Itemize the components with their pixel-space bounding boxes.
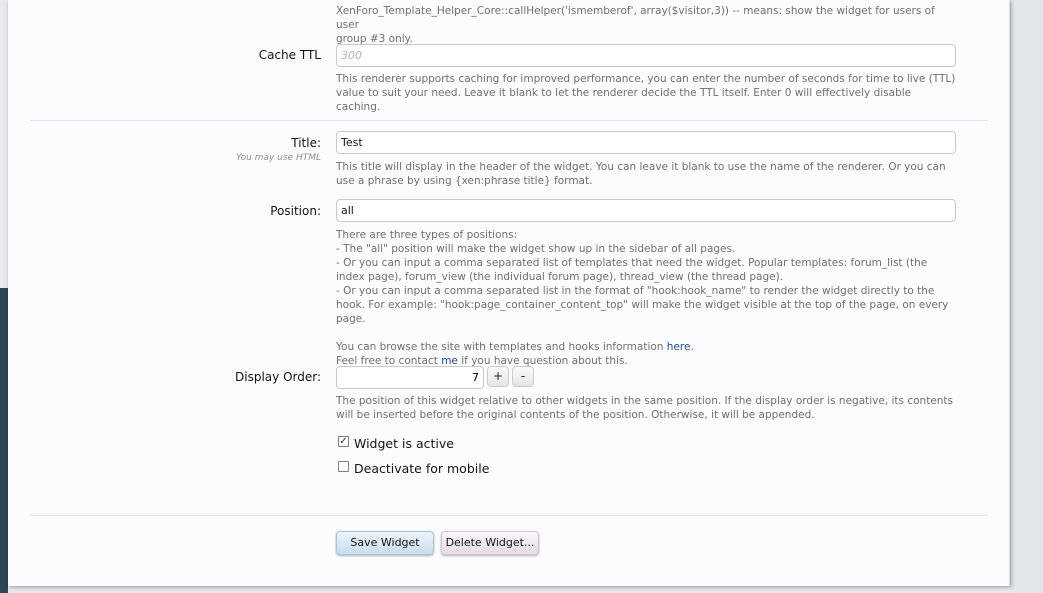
deactivate-mobile-checkbox[interactable]	[338, 461, 349, 472]
display-order-input[interactable]	[336, 366, 484, 389]
decrement-button[interactable]: -	[512, 366, 534, 387]
widget-active-label[interactable]: Widget is active	[354, 436, 454, 451]
widget-active-checkbox[interactable]: ✓	[338, 436, 349, 447]
deactivate-mobile-label[interactable]: Deactivate for mobile	[354, 461, 489, 476]
submit-divider	[30, 515, 988, 516]
increment-button[interactable]: +	[487, 366, 509, 387]
title-description: This title will display in the header of…	[336, 161, 946, 187]
title-html-hint: You may use HTML	[236, 153, 321, 163]
section-divider	[30, 120, 988, 121]
cache-ttl-input[interactable]	[336, 44, 956, 67]
title-input[interactable]	[336, 131, 956, 154]
position-input[interactable]	[336, 199, 956, 222]
background-left-dark	[0, 288, 8, 593]
display-order-description: The position of this widget relative to …	[336, 395, 954, 421]
here-link[interactable]: here	[667, 341, 691, 353]
widget-form-panel: XenForo_Template_Helper_Core::callHelper…	[8, 0, 1010, 586]
background-right	[1010, 0, 1043, 593]
user-group-description: XenForo_Template_Helper_Core::callHelper…	[336, 5, 935, 45]
browse-info: You can browse the site with templates a…	[336, 341, 694, 353]
save-widget-button[interactable]: Save Widget	[336, 531, 434, 555]
cache-ttl-description: This renderer supports caching for impro…	[336, 73, 956, 113]
title-label: Title:	[291, 136, 321, 150]
position-description: There are three types of positions: - Th…	[336, 228, 956, 368]
position-label: Position:	[270, 204, 321, 218]
display-order-label: Display Order:	[235, 370, 321, 384]
cache-ttl-label: Cache TTL	[258, 48, 321, 62]
delete-widget-button[interactable]: Delete Widget...	[441, 531, 539, 555]
